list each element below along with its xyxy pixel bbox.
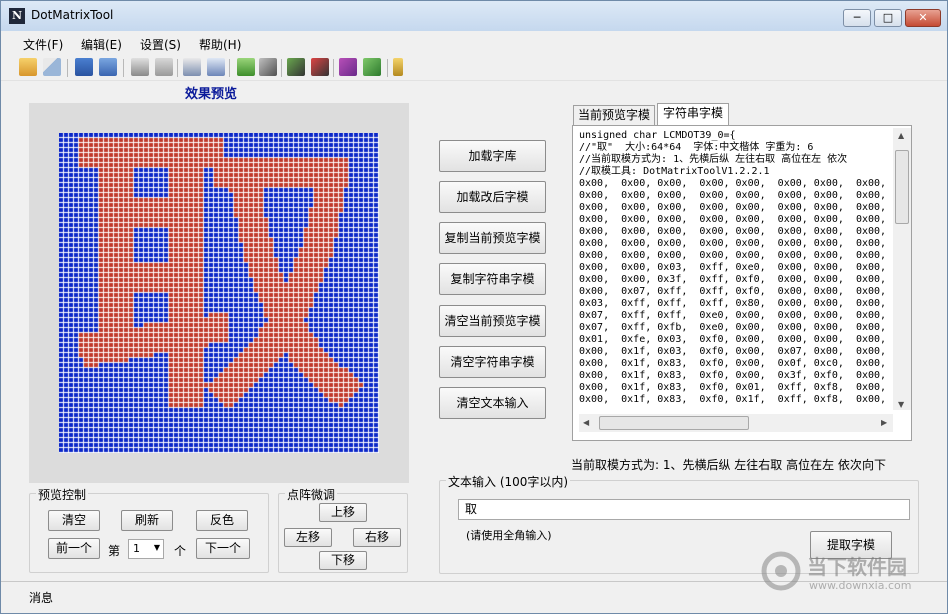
title-bar[interactable]: N DotMatrixTool ─ □ ✕ [1,1,947,31]
horizontal-scroll-thumb[interactable] [599,416,749,430]
fine-tune-label: 点阵微调 [285,486,338,503]
move-right-button[interactable]: 右移 [353,528,401,547]
watermark-text: 当下软件园 [807,555,907,579]
tab-string-matrix[interactable]: 字符串字模 [657,103,729,126]
watermark: 当下软件园 www.downxia.com [761,549,941,599]
scroll-up-icon[interactable]: ▲ [898,131,904,140]
preview-title: 效果预览 [184,87,237,102]
vertical-scroll-thumb[interactable] [895,150,909,224]
code-text[interactable]: unsigned char LCMDOT39_0={ //"取" 大小:64*6… [579,130,891,408]
code-output-box[interactable]: unsigned char LCMDOT39_0={ //"取" 大小:64*6… [572,125,912,441]
page-select[interactable]: 1 ▼ [128,539,164,559]
copy-preview-button[interactable]: 复制当前预览字模 [439,222,546,254]
watermark-logo-icon [761,551,801,591]
cut-icon[interactable] [311,58,329,76]
book-icon[interactable] [339,58,357,76]
vertical-scrollbar[interactable]: ▲ ▼ [893,128,911,410]
toolbar-separator [387,59,388,77]
scroll-left-icon[interactable]: ◀ [583,418,589,427]
main-window: N DotMatrixTool ─ □ ✕ 文件(F) 编辑(E) 设置(S) … [0,0,948,614]
info-icon[interactable] [393,58,403,76]
horizontal-scrollbar[interactable]: ◀ ▶ [579,414,893,432]
copy-string-button[interactable]: 复制字符串字模 [439,263,546,295]
menu-file[interactable]: 文件(F) [23,36,63,53]
print-icon[interactable] [183,58,201,76]
window-title: DotMatrixTool [31,8,114,22]
move-left-button[interactable]: 左移 [284,528,332,547]
next-button[interactable]: 下一个 [196,538,250,559]
toolbar-separator [333,59,334,77]
refresh-button[interactable]: 刷新 [121,510,173,531]
print-preview-icon[interactable] [207,58,225,76]
move-up-button[interactable]: 上移 [319,503,367,522]
menu-settings[interactable]: 设置(S) [140,36,181,53]
clear-text-button[interactable]: 清空文本输入 [439,387,546,419]
clear-string-button[interactable]: 清空字符串字模 [439,346,546,378]
page-select-value: 1 [133,542,140,555]
menu-help[interactable]: 帮助(H) [199,36,241,53]
toolbar [1,55,947,81]
current-mode-text: 当前取模方式为: 1、先横后纵 左往右取 高位在左 依次向下 [571,458,886,472]
tools-icon[interactable] [259,58,277,76]
load-modified-button[interactable]: 加载改后字模 [439,181,546,213]
close-button[interactable]: ✕ [905,9,941,27]
export-icon[interactable] [237,58,255,76]
preview-panel [29,103,409,483]
scroll-right-icon[interactable]: ▶ [881,418,887,427]
eraser-icon[interactable] [43,58,61,76]
dot-matrix-grid[interactable] [59,133,379,453]
page-prefix: 第 [108,544,121,558]
text-input-field[interactable]: 取 [458,499,910,520]
package-icon[interactable] [363,58,381,76]
save-icon[interactable] [75,58,93,76]
clear-preview-button[interactable]: 清空当前预览字模 [439,305,546,337]
menu-edit[interactable]: 编辑(E) [81,36,122,53]
app-icon: N [9,8,25,24]
watermark-url: www.downxia.com [809,579,912,592]
copy-icon[interactable] [155,58,173,76]
maximize-button[interactable]: □ [874,9,902,27]
settings-icon[interactable] [287,58,305,76]
load-font-button[interactable]: 加载字库 [439,140,546,172]
move-down-button[interactable]: 下移 [319,551,367,570]
status-message: 消息 [29,591,54,605]
chevron-down-icon: ▼ [153,543,160,552]
toolbar-separator [281,59,282,77]
tab-preview-matrix[interactable]: 当前预览字模 [573,105,655,125]
preview-control-label: 预览控制 [36,486,89,503]
clear-button[interactable]: 清空 [48,510,100,531]
text-input-label: 文本输入 (100字以内) [446,473,571,490]
page-suffix: 个 [174,544,187,558]
toolbar-separator [67,59,68,77]
fine-tune-group: 点阵微调 上移 左移 右移 下移 [278,486,408,573]
minimize-button[interactable]: ─ [843,9,871,27]
scroll-down-icon[interactable]: ▼ [898,400,904,409]
invert-button[interactable]: 反色 [196,510,248,531]
save-all-icon[interactable] [99,58,117,76]
toolbar-separator [123,59,124,77]
preview-control-group: 预览控制 清空 刷新 反色 前一个 第 1 ▼ 个 下一个 [29,486,269,573]
floppy-icon[interactable] [131,58,149,76]
toolbar-separator [229,59,230,77]
open-folder-icon[interactable] [19,58,37,76]
text-input-hint: (请使用全角输入) [466,529,552,542]
menu-bar: 文件(F) 编辑(E) 设置(S) 帮助(H) [1,32,947,54]
toolbar-separator [177,59,178,77]
prev-button[interactable]: 前一个 [48,538,100,559]
